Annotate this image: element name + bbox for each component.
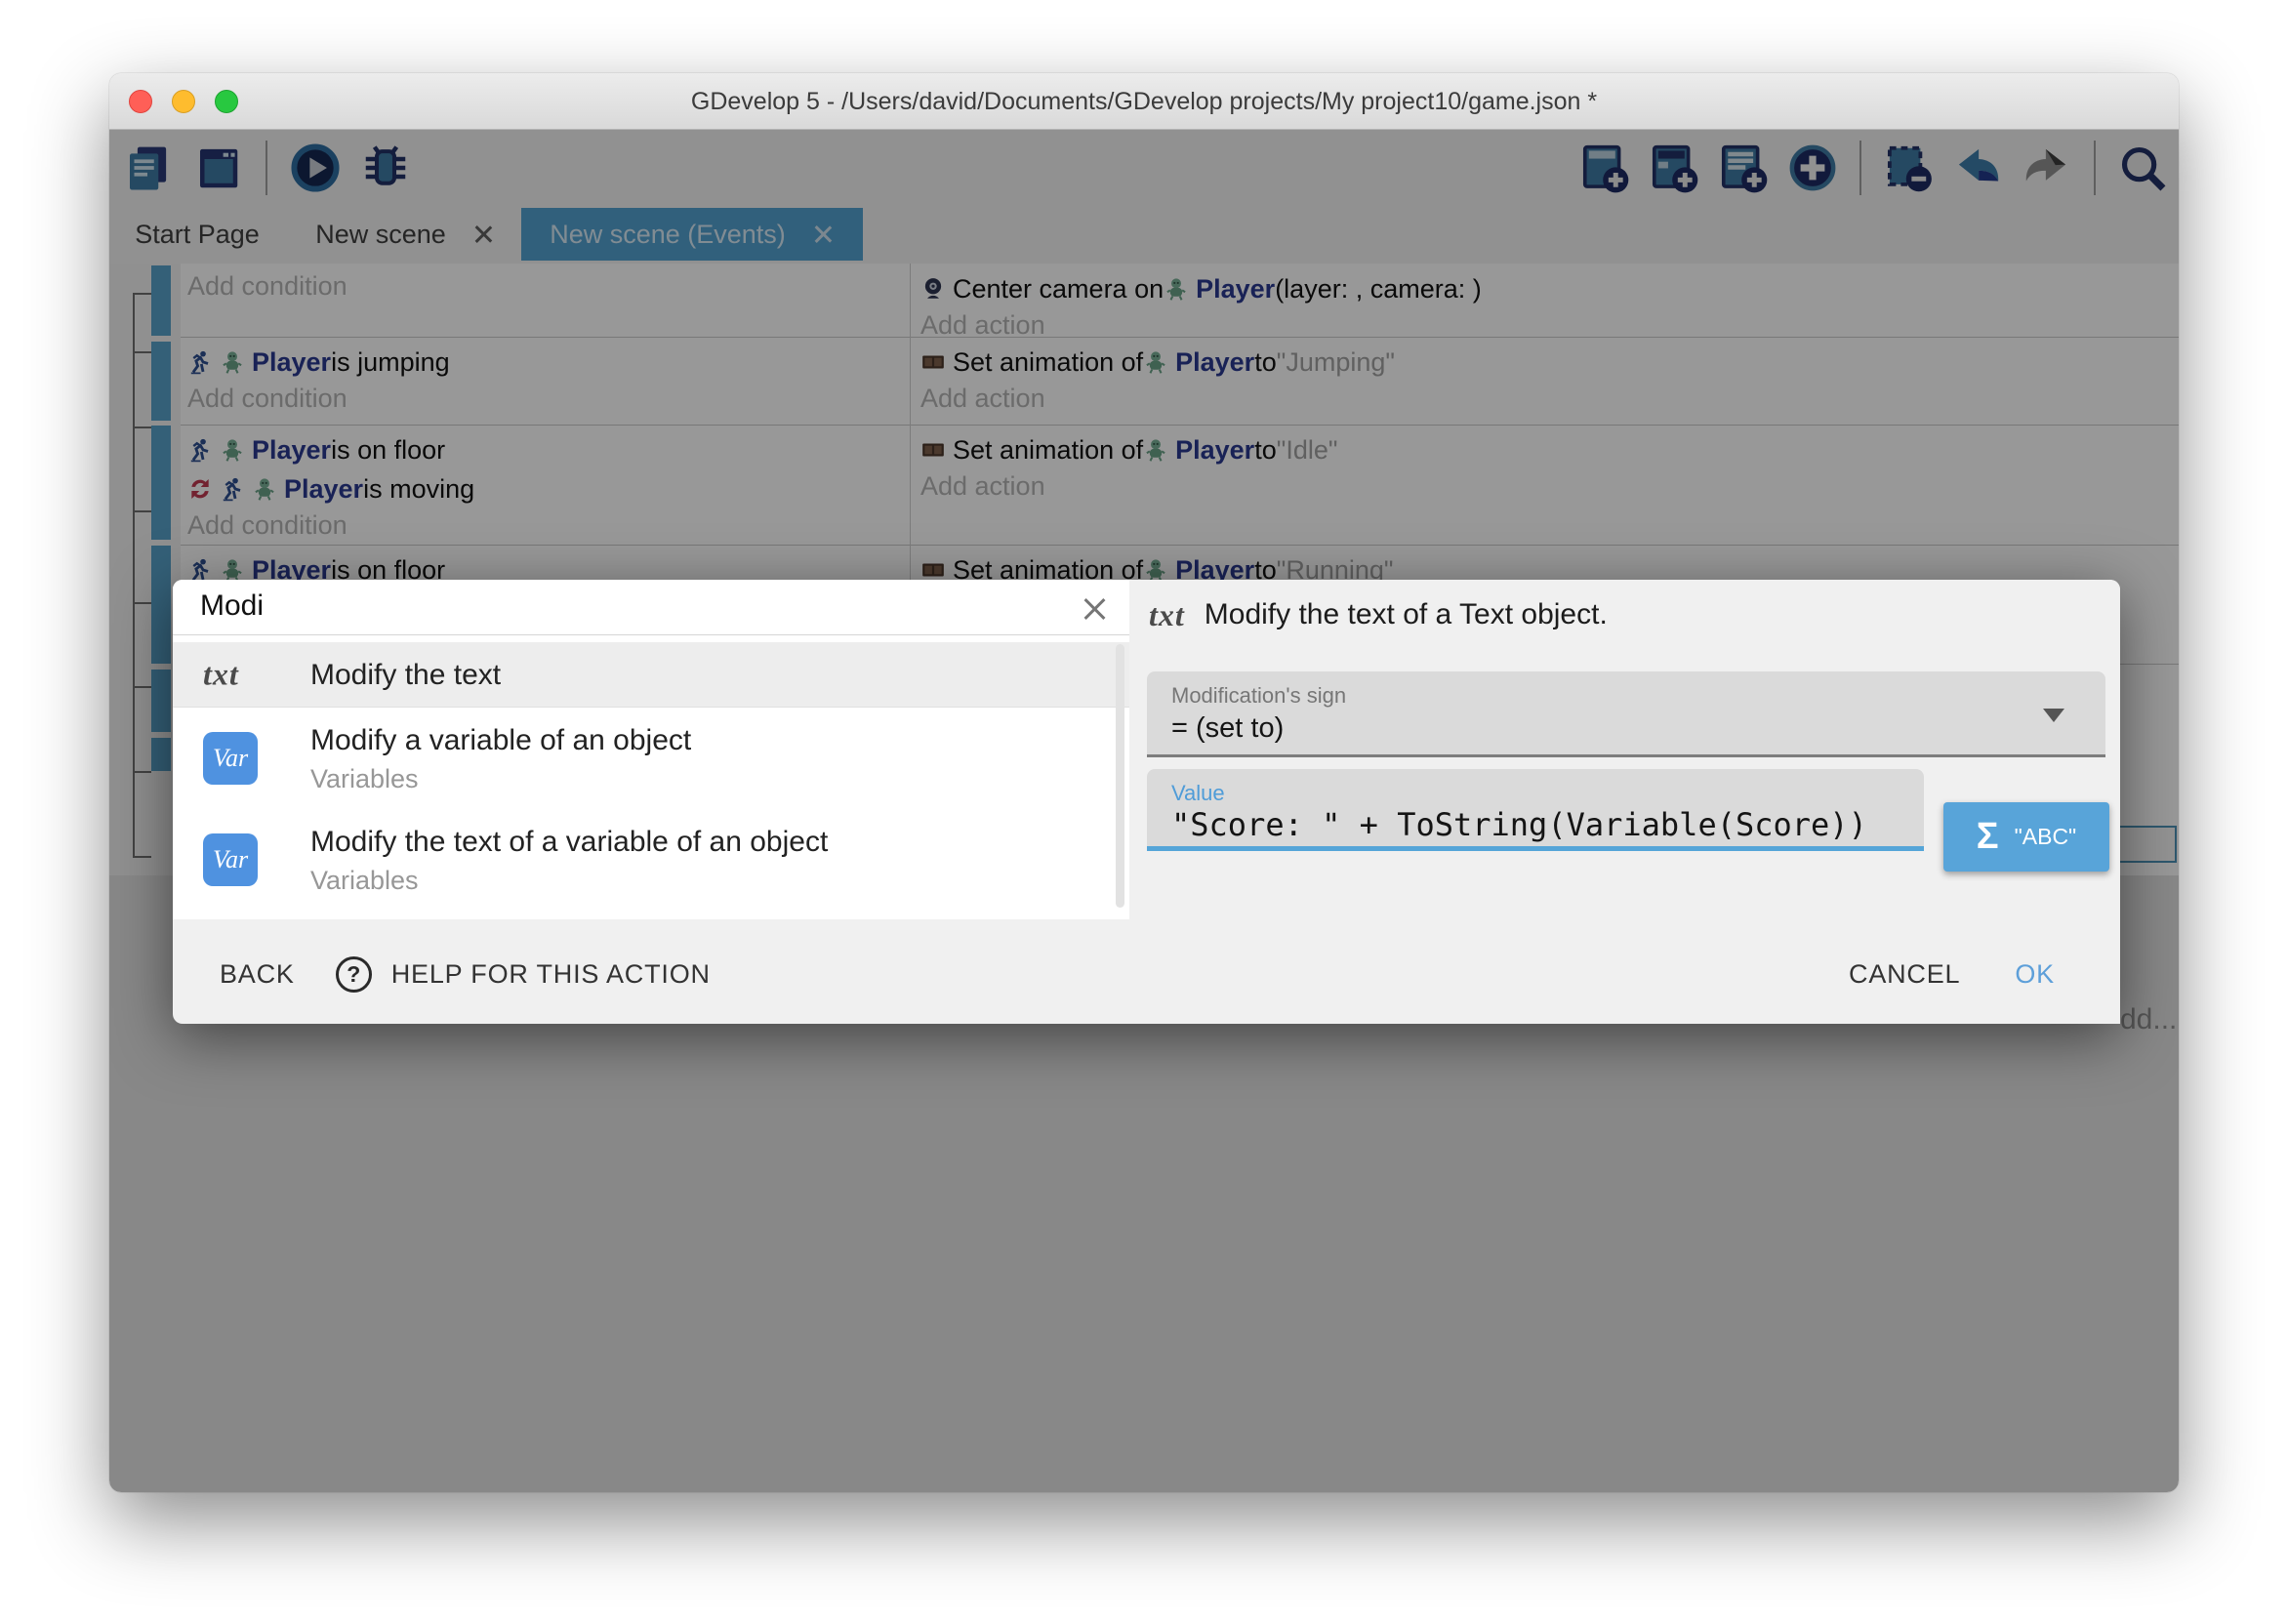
back-button[interactable]: BACK [220,959,295,990]
result-subtitle: Variables [310,762,1100,795]
expression-builder-button[interactable]: Σ "ABC" [1943,802,2109,872]
search-input-value: Modi [200,589,264,623]
help-button-label: HELP FOR THIS ACTION [391,959,711,990]
instruction-result-item[interactable]: txt Modify the text [173,642,1129,708]
result-title: Modify the text of a variable of an obje… [310,825,1100,860]
dialog-footer: BACK HELP FOR THIS ACTION CANCEL OK [173,924,2120,1024]
var-icon: Var [203,732,258,785]
cancel-button[interactable]: CANCEL [1849,959,1960,990]
result-subtitle: Variables [310,864,1100,897]
ok-button[interactable]: OK [2015,959,2055,990]
results-scrollbar[interactable] [1116,644,1124,908]
instruction-search-panel: Modi txt Modify the text Var Modify a varia… [173,580,1129,919]
sign-value: = (set to) [1171,712,1284,745]
screenshot-stage: GDevelop 5 - /Users/david/Documents/GDev… [0,0,2288,1624]
instruction-title: Modify the text of a Text object. [1205,598,1608,631]
expression-button-label: "ABC" [2015,824,2077,850]
result-title: Modify a variable of an object [310,723,1100,758]
var-icon: Var [203,833,258,886]
result-title: Modify the text [310,658,1100,693]
help-icon [336,956,372,993]
value-input[interactable]: Value "Score: " + ToString(Variable(Scor… [1147,769,1924,851]
app-window: GDevelop 5 - /Users/david/Documents/GDev… [109,73,2179,1492]
text-object-icon: txt [1149,597,1185,633]
close-icon[interactable] [1081,595,1108,623]
sign-label: Modification's sign [1171,683,1346,709]
window-title: GDevelop 5 - /Users/david/Documents/GDev… [109,73,2179,130]
modification-sign-select[interactable]: Modification's sign = (set to) [1147,671,2105,757]
instruction-editor-dialog: Modi txt Modify the text Var Modify a varia… [173,580,2120,1024]
help-button[interactable]: HELP FOR THIS ACTION [336,956,711,993]
sigma-icon: Σ [1977,816,1999,858]
value-label: Value [1171,781,1225,806]
instruction-result-item[interactable]: Var Modify the text of a variable of an o… [173,809,1129,911]
titlebar: GDevelop 5 - /Users/david/Documents/GDev… [109,73,2179,130]
chevron-down-icon [2043,709,2064,722]
search-input[interactable]: Modi [173,580,1129,635]
instruction-result-item[interactable]: Var Modify a variable of an object Variabl… [173,708,1129,809]
txt-icon: txt [203,657,239,693]
value-text: "Score: " + ToString(Variable(Score)) [1171,806,1867,843]
